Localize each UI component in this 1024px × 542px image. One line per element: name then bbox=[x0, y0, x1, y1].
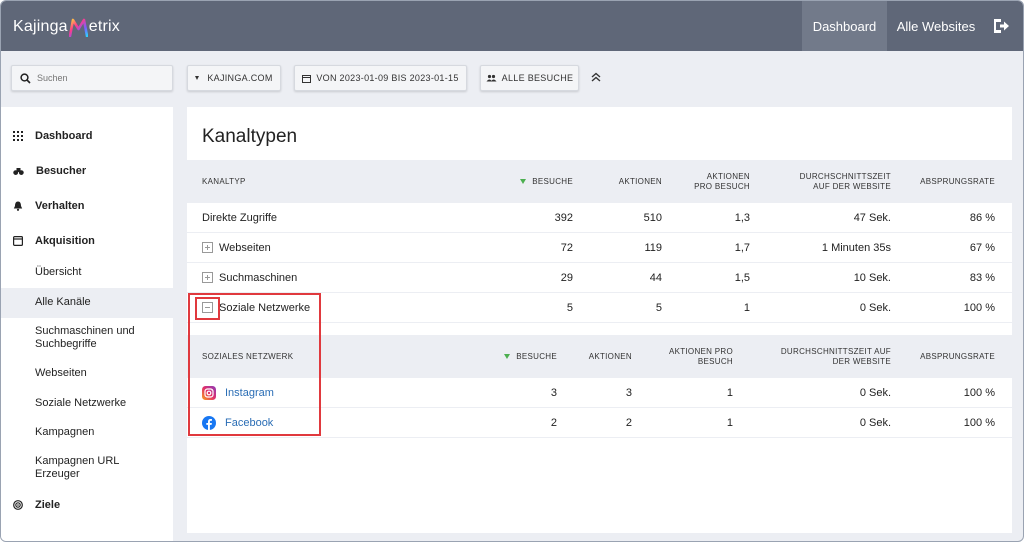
dropdown-caret-icon bbox=[195, 76, 200, 80]
row-visits: 29 bbox=[560, 272, 573, 284]
sidebar-subitem-campaigns[interactable]: Kampagnen bbox=[1, 426, 173, 439]
column-header-actions-per-visit[interactable]: AKTIONEN PRO BESUCH bbox=[647, 347, 733, 367]
sidebar-item-label: Ziele bbox=[35, 499, 61, 511]
window-icon bbox=[13, 236, 23, 246]
table-row[interactable]: Direkte Zugriffe 392 510 1,3 47 Sek. 86 … bbox=[187, 203, 1012, 233]
sidebar-item-visitors[interactable]: Besucher bbox=[13, 165, 86, 177]
collapse-chevrons-icon[interactable] bbox=[590, 70, 602, 84]
row-actions-per-visit: 1 bbox=[743, 302, 750, 314]
top-bar: Kajinga etrix Dashboard Alle Websites bbox=[1, 1, 1023, 51]
row-channel-name: Suchmaschinen bbox=[219, 272, 298, 284]
row-bounce-rate: 67 % bbox=[969, 242, 995, 254]
logo-text-suffix: etrix bbox=[88, 18, 121, 35]
users-icon bbox=[486, 74, 497, 82]
row-actions: 510 bbox=[643, 212, 662, 224]
row-channel-name: Webseiten bbox=[219, 242, 271, 254]
sidebar-subitem-search-engines[interactable]: Suchmaschinen und Suchbegriffe bbox=[1, 325, 141, 351]
search-box[interactable] bbox=[11, 65, 173, 91]
row-avg-time: 10 Sek. bbox=[853, 272, 891, 284]
column-header-actions-per-visit[interactable]: AKTIONEN PRO BESUCH bbox=[667, 172, 750, 192]
search-input[interactable] bbox=[37, 73, 157, 83]
sort-desc-icon bbox=[520, 179, 527, 185]
row-avg-time: 0 Sek. bbox=[859, 302, 891, 314]
row-bounce-rate: 83 % bbox=[969, 272, 995, 284]
sidebar-item-acquisition[interactable]: Akquisition bbox=[13, 235, 95, 247]
highlight-box bbox=[195, 297, 220, 320]
row-actions: 5 bbox=[655, 302, 662, 314]
table-header: KANALTYP BESUCHE AKTIONEN AKTIONEN PRO BE… bbox=[187, 160, 1012, 203]
column-header-channel-type[interactable]: KANALTYP bbox=[202, 177, 246, 187]
row-channel-name: Direkte Zugriffe bbox=[202, 212, 277, 224]
sidebar-subitem-campaign-url-builder[interactable]: Kampagnen URL Erzeuger bbox=[1, 455, 121, 481]
segment-label: ALLE BESUCHE bbox=[501, 73, 574, 83]
site-selector[interactable]: KAJINGA.COM bbox=[187, 65, 281, 91]
row-bounce-rate: 100 % bbox=[963, 417, 995, 429]
logo-m-icon bbox=[68, 18, 88, 37]
site-label: KAJINGA.COM bbox=[207, 73, 273, 83]
sidebar-item-label: Akquisition bbox=[35, 235, 95, 247]
row-avg-time: 0 Sek. bbox=[859, 387, 891, 399]
row-bounce-rate: 100 % bbox=[963, 387, 995, 399]
row-visits: 2 bbox=[550, 417, 557, 429]
nav-all-websites[interactable]: Alle Websites bbox=[887, 1, 985, 51]
row-bounce-rate: 86 % bbox=[969, 212, 995, 224]
logo[interactable]: Kajinga etrix bbox=[13, 16, 120, 38]
sidebar-subitem-social-networks[interactable]: Soziale Netzwerke bbox=[1, 397, 173, 410]
row-visits: 72 bbox=[560, 242, 573, 254]
sidebar-item-behavior[interactable]: Verhalten bbox=[13, 200, 85, 212]
row-visits: 392 bbox=[554, 212, 573, 224]
row-avg-time: 1 Minuten 35s bbox=[821, 242, 891, 254]
logout-icon[interactable] bbox=[991, 16, 1011, 36]
column-header-visits[interactable]: BESUCHE bbox=[487, 352, 557, 362]
expand-plus-icon[interactable] bbox=[202, 272, 213, 283]
sidebar-item-label: Besucher bbox=[36, 165, 87, 177]
row-actions: 119 bbox=[644, 242, 662, 254]
calendar-icon bbox=[302, 74, 312, 83]
logo-text-prefix: Kajinga bbox=[13, 18, 68, 35]
sidebar-item-label: Dashboard bbox=[35, 130, 93, 142]
sidebar: Dashboard Besucher Verhalten Akquisition… bbox=[1, 107, 173, 541]
row-avg-time: 47 Sek. bbox=[853, 212, 891, 224]
bell-icon bbox=[13, 201, 23, 211]
row-bounce-rate: 100 % bbox=[963, 302, 995, 314]
column-header-bounce-rate[interactable]: ABSPRUNGSRATE bbox=[897, 177, 995, 187]
sidebar-item-label: Verhalten bbox=[35, 200, 85, 212]
sidebar-item-goals[interactable]: Ziele bbox=[13, 499, 60, 511]
sort-desc-icon bbox=[504, 354, 511, 360]
row-actions: 44 bbox=[649, 272, 662, 284]
row-actions: 2 bbox=[625, 417, 632, 429]
sidebar-subitem-websites[interactable]: Webseiten bbox=[1, 367, 173, 380]
column-header-visits[interactable]: BESUCHE bbox=[487, 177, 573, 187]
app-window: Kajinga etrix Dashboard Alle Websites Su… bbox=[0, 0, 1024, 542]
row-avg-time: 0 Sek. bbox=[859, 417, 891, 429]
row-actions-per-visit: 1,7 bbox=[734, 242, 750, 254]
row-visits: 5 bbox=[566, 302, 573, 314]
row-actions-per-visit: 1 bbox=[726, 387, 733, 399]
grid-icon bbox=[13, 131, 23, 141]
row-actions-per-visit: 1 bbox=[726, 417, 733, 429]
search-icon bbox=[20, 72, 31, 84]
sidebar-subitem-all-channels[interactable]: Alle Kanäle bbox=[1, 288, 173, 318]
date-range-selector[interactable]: VON 2023-01-09 BIS 2023-01-15 bbox=[294, 65, 467, 91]
sidebar-subitem-overview[interactable]: Übersicht bbox=[1, 266, 173, 279]
target-icon bbox=[13, 500, 23, 510]
row-actions-per-visit: 1,5 bbox=[734, 272, 750, 284]
column-header-bounce-rate[interactable]: ABSPRUNGSRATE bbox=[897, 352, 995, 362]
nav-dashboard[interactable]: Dashboard bbox=[802, 1, 887, 51]
column-header-actions[interactable]: AKTIONEN bbox=[567, 352, 632, 362]
binoculars-icon bbox=[13, 167, 24, 175]
row-actions-per-visit: 1,3 bbox=[734, 212, 750, 224]
column-header-actions[interactable]: AKTIONEN bbox=[587, 177, 662, 187]
date-range-label: VON 2023-01-09 BIS 2023-01-15 bbox=[316, 73, 459, 83]
column-header-avg-time[interactable]: DURCHSCHNITTSZEIT AUF DER WEBSITE bbox=[757, 347, 891, 367]
row-actions: 3 bbox=[625, 387, 632, 399]
row-visits: 3 bbox=[550, 387, 557, 399]
table-row[interactable]: Webseiten 72 119 1,7 1 Minuten 35s 67 % bbox=[187, 233, 1012, 263]
page-title: Kanaltypen bbox=[202, 126, 298, 147]
sidebar-item-dashboard[interactable]: Dashboard bbox=[13, 130, 92, 142]
column-header-avg-time[interactable]: DURCHSCHNITTSZEIT AUF DER WEBSITE bbox=[767, 172, 891, 192]
table-row[interactable]: Suchmaschinen 29 44 1,5 10 Sek. 83 % bbox=[187, 263, 1012, 293]
segment-selector[interactable]: ALLE BESUCHE bbox=[480, 65, 579, 91]
expand-plus-icon[interactable] bbox=[202, 242, 213, 253]
